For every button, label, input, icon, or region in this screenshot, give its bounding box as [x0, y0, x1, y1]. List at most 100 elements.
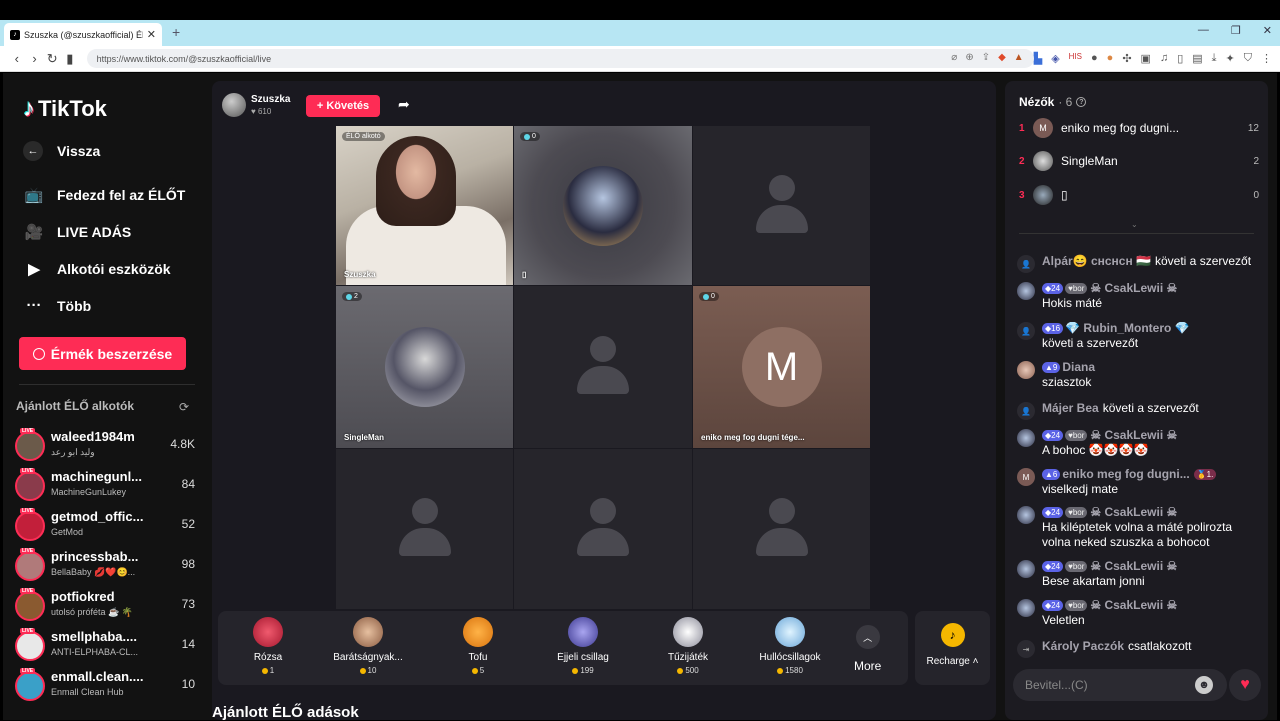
star-icon[interactable]: ✦ — [1226, 52, 1235, 65]
suggested-creator[interactable]: LIVE getmod_offic... GetMod 52 — [15, 507, 195, 543]
tiktok-logo[interactable]: ♪ TikTok — [23, 95, 107, 123]
chat-text: követi a szervezőt — [1102, 401, 1199, 415]
level-value: 24 — [1051, 562, 1061, 571]
suggested-creator[interactable]: LIVE waleed1984m وليد ابو رعد 4.8K — [15, 427, 195, 463]
gift-bar: Rózsa 1 Barátságnyak... 10 Tofu 5 Éjjeli… — [218, 611, 908, 685]
chat-username[interactable]: ☠ CsakLewii ☠ — [1090, 281, 1177, 295]
emoji-icon[interactable]: ☻ — [1195, 676, 1213, 694]
back-icon[interactable]: ‹ — [8, 51, 26, 66]
zoom-icon[interactable]: ⊕ — [965, 52, 973, 63]
color-icon[interactable]: ● — [1107, 52, 1114, 65]
suggested-creator[interactable]: LIVE potfiokred utolsó próféta ☕ 🌴 73 — [15, 587, 195, 623]
empty-guest-slot[interactable] — [514, 286, 693, 449]
triangle-icon[interactable]: ▲ — [1014, 52, 1024, 63]
like-heart-icon[interactable]: ♥ — [1229, 669, 1261, 701]
expand-viewers-icon[interactable]: ⌄ — [1131, 220, 1138, 229]
guest-slot-host[interactable]: ÉLŐ alkotó Szuszka — [336, 126, 514, 286]
gift-price-value: 199 — [580, 666, 594, 675]
new-tab-icon[interactable]: + — [172, 24, 180, 40]
reader-icon[interactable]: ⌀ — [951, 52, 957, 63]
gift-price-value: 500 — [685, 666, 699, 675]
suggested-creator[interactable]: LIVE enmall.clean.... Enmall Clean Hub 1… — [15, 667, 195, 703]
collections-icon[interactable]: ▤ — [1192, 52, 1202, 65]
chat-text: Bese akartam jonni — [1042, 574, 1145, 588]
more-gifts-button[interactable]: ︿ More — [854, 625, 881, 673]
guest-slot[interactable]: 0 ▯ — [514, 126, 693, 286]
chat-username[interactable]: Májer Bea — [1042, 401, 1099, 415]
back-button[interactable]: ← Vissza — [23, 141, 100, 161]
browser-tab[interactable]: ♪ Szuszka (@szuszkaofficial) ÉL... ✕ — [4, 23, 162, 46]
bookmark-icon[interactable]: ▮ — [61, 51, 79, 67]
gift-item[interactable]: Tűzijáték 500 — [644, 617, 732, 675]
empty-guest-slot[interactable] — [693, 449, 871, 610]
close-tab-icon[interactable]: ✕ — [147, 28, 156, 41]
gift-name: Tűzijáték — [667, 652, 708, 663]
gift-item[interactable]: Hullócsillagok 1580 — [746, 617, 834, 675]
gift-item[interactable]: Éjjeli csillag 199 — [539, 617, 627, 675]
creator-name: princessbab... — [51, 549, 139, 564]
forward-icon[interactable]: › — [26, 51, 44, 66]
reload-icon[interactable]: ↻ — [43, 51, 61, 67]
nav-creator-tools[interactable]: ▶ Alkotói eszközök — [23, 260, 170, 278]
help-icon[interactable]: ? — [1076, 97, 1087, 107]
empty-guest-slot[interactable] — [514, 449, 693, 610]
chat-username[interactable]: Alpár😄 ᴄʜᴄʜᴄʜ 🇭🇺 — [1042, 254, 1151, 268]
share-icon[interactable]: ➦ — [398, 96, 410, 113]
extension-icon[interactable]: ◈ — [1051, 52, 1059, 65]
screenshot-icon[interactable]: ▣ — [1141, 52, 1151, 65]
fan-club-name: bor — [1072, 431, 1085, 440]
chat-username[interactable]: ☠ CsakLewii ☠ — [1090, 505, 1177, 519]
chat-username[interactable]: Diana — [1062, 360, 1095, 374]
empty-guest-slot[interactable] — [336, 449, 514, 610]
guest-slot[interactable]: 2 SingleMan — [336, 286, 514, 449]
his-icon[interactable]: HIS — [1069, 52, 1082, 65]
host-name[interactable]: Szuszka — [251, 94, 290, 105]
refresh-icon[interactable]: ⟳ — [179, 400, 189, 414]
translate-icon[interactable]: ▙ — [1034, 52, 1042, 65]
maximize-icon[interactable]: ❐ — [1231, 24, 1241, 37]
chat-username[interactable]: 💎 Rubin_Montero 💎 — [1065, 321, 1190, 335]
nav-explore-live[interactable]: 📺 Fedezd fel az ÉLŐT — [23, 186, 186, 204]
shield-icon[interactable]: ◆ — [998, 52, 1006, 63]
protect-icon[interactable]: ⛉ — [1244, 52, 1252, 65]
viewer-row[interactable]: 3 ▯ 0 — [1019, 184, 1259, 206]
get-coins-button[interactable]: Érmék beszerzése — [19, 337, 186, 370]
gift-item[interactable]: Barátságnyak... 10 — [324, 617, 412, 675]
chat-text: csatlakozott — [1128, 639, 1192, 653]
suggested-creator[interactable]: LIVE machinegunl... MachineGunLukey 84 — [15, 467, 195, 503]
ext-circle-icon[interactable]: ● — [1091, 52, 1098, 65]
chat-username[interactable]: ☠ CsakLewii ☠ — [1090, 559, 1177, 573]
gift-item[interactable]: Tofu 5 — [434, 617, 522, 675]
gift-item[interactable]: Rózsa 1 — [224, 617, 312, 675]
chat-username[interactable]: ☠ CsakLewii ☠ — [1090, 598, 1177, 612]
sidebar-icon[interactable]: ▯ — [1177, 52, 1183, 65]
nav-go-live[interactable]: 🎥 LIVE ADÁS — [23, 223, 132, 241]
chat-username[interactable]: eniko meg fog dugni... — [1062, 467, 1189, 481]
nav-more[interactable]: ··· Több — [23, 297, 92, 314]
fan-club-badge: ♥bor — [1065, 507, 1088, 518]
viewers-divider — [1019, 233, 1254, 234]
live-creator-badge: ÉLŐ alkotó — [342, 132, 385, 141]
puzzle-icon[interactable]: ✣ — [1122, 52, 1131, 65]
guest-slot[interactable]: M 0 eniko meg fog dugni tége... — [693, 286, 871, 449]
get-coins-label: Érmék beszerzése — [50, 345, 173, 362]
suggested-creator[interactable]: LIVE princessbab... BellaBaby 💋❤️😊... 98 — [15, 547, 195, 583]
viewer-row[interactable]: 2 SingleMan 2 — [1019, 150, 1259, 172]
follow-button[interactable]: + Követés — [306, 95, 380, 117]
download-icon[interactable]: ⤓ — [1212, 52, 1217, 65]
empty-guest-slot[interactable] — [693, 126, 871, 286]
music-icon[interactable]: ♫ — [1160, 52, 1168, 65]
person-placeholder-icon — [755, 498, 808, 560]
menu-icon[interactable]: ⋮ — [1261, 52, 1272, 65]
nav-label: LIVE ADÁS — [57, 224, 132, 240]
chat-username[interactable]: ☠ CsakLewii ☠ — [1090, 428, 1177, 442]
close-window-icon[interactable]: ✕ — [1263, 24, 1272, 37]
share-page-icon[interactable]: ⇪ — [982, 52, 990, 63]
chat-username[interactable]: Károly Paczók — [1042, 639, 1124, 653]
minimize-icon[interactable]: — — [1198, 24, 1209, 37]
viewer-row[interactable]: 1 M eniko meg fog dugni... 12 — [1019, 117, 1259, 139]
recharge-button[interactable]: ♪ Recharge ˄ — [915, 611, 990, 685]
host-avatar[interactable] — [222, 93, 246, 117]
suggested-creator[interactable]: LIVE smellphaba.... ANTI-ELPHABA-CL... 1… — [15, 627, 195, 663]
url-field[interactable]: https://www.tiktok.com/@szuszkaofficial/… — [86, 49, 1034, 68]
